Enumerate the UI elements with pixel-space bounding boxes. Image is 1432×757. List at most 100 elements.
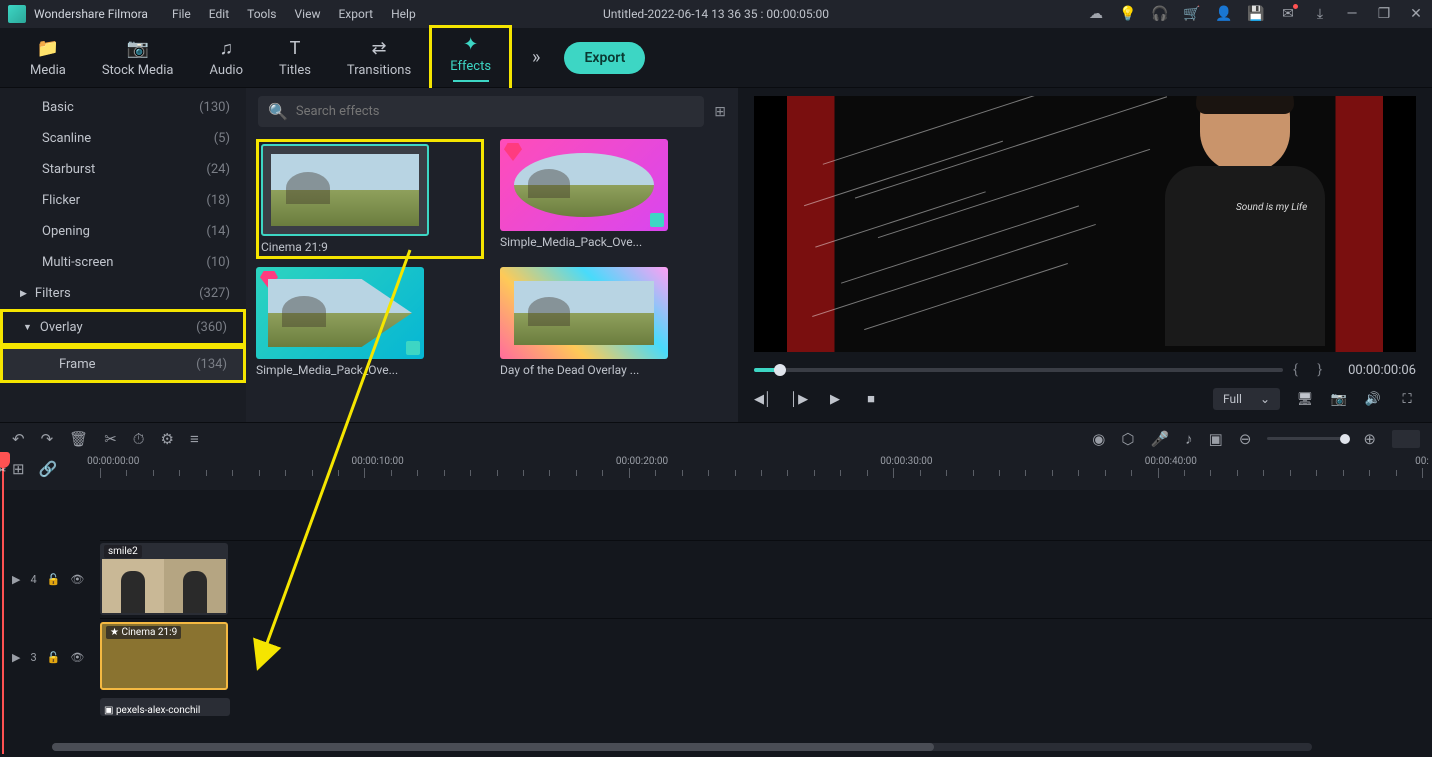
redo-button[interactable]: ↷ [41, 430, 54, 448]
save-icon[interactable]: 💾 [1248, 6, 1264, 22]
effect-simple-media-1[interactable]: Simple_Media_Pack_Ove... [500, 139, 728, 259]
playhead[interactable] [2, 454, 4, 754]
zoom-slider[interactable] [1267, 437, 1347, 440]
mic-icon[interactable]: 🎤 [1150, 430, 1169, 448]
eye-icon[interactable]: 👁 [70, 651, 84, 664]
search-box[interactable]: 🔍 [258, 96, 704, 127]
lock-icon[interactable]: 🔓 [47, 651, 61, 664]
effect-thumb[interactable] [500, 267, 668, 359]
effect-cinema-219[interactable]: Cinema 21:9 [256, 139, 484, 259]
folder-icon: 📁 [37, 38, 59, 59]
search-input[interactable] [296, 104, 694, 119]
menu-export[interactable]: Export [338, 7, 373, 21]
zoom-out-button[interactable]: ⊖ [1239, 430, 1252, 448]
marker-icon[interactable]: ⬡ [1121, 430, 1134, 448]
menu-edit[interactable]: Edit [209, 7, 229, 21]
tab-media[interactable]: 📁 Media [12, 32, 84, 84]
fullscreen-icon[interactable]: ⛶ [1398, 390, 1416, 408]
effect-thumb[interactable] [261, 144, 429, 236]
lock-icon[interactable]: 🔓 [47, 573, 61, 586]
effects-grid[interactable]: Cinema 21:9 Simple_Media_Pack_Ove... Sim… [246, 135, 738, 381]
cut-button[interactable]: ✂ [104, 430, 117, 448]
timeline-tracks[interactable]: ▶4 🔓 👁 smile2 ▶3 🔓 👁 ★ Cinema 21:9 ▣ pex… [0, 490, 1432, 757]
cart-icon[interactable]: 🛒 [1184, 6, 1200, 22]
close-icon[interactable]: ✕ [1408, 6, 1424, 22]
tab-effects[interactable]: ✦ Effects [429, 25, 512, 91]
marker-brackets[interactable]: { } [1293, 362, 1330, 378]
stop-button[interactable]: ■ [862, 390, 880, 408]
effect-thumb[interactable] [500, 139, 668, 231]
sidebar-scanline[interactable]: Scanline(5) [0, 123, 246, 154]
play-button[interactable]: ▶ [826, 390, 844, 408]
mail-icon[interactable]: ✉ [1280, 6, 1296, 22]
scrub-track[interactable] [754, 368, 1283, 372]
delete-button[interactable]: 🗑 [69, 430, 88, 448]
timeline-ruler-row: ⊞ 🔗 00:00:00:00 00:00:10:00 00:00:20:00 … [0, 454, 1432, 490]
eye-icon[interactable]: 👁 [70, 573, 84, 586]
link-icon[interactable]: 🔗 [39, 460, 58, 478]
menu-view[interactable]: View [295, 7, 321, 21]
tab-transitions[interactable]: ⇄ Transitions [329, 32, 429, 84]
menu-tools[interactable]: Tools [247, 7, 276, 21]
sidebar-multiscreen[interactable]: Multi-screen(10) [0, 247, 246, 278]
zoom-in-button[interactable]: ⊕ [1363, 430, 1376, 448]
maximize-icon[interactable]: ❐ [1376, 6, 1392, 22]
undo-button[interactable]: ↶ [12, 430, 25, 448]
volume-icon[interactable]: 🔊 [1364, 390, 1382, 408]
track-3[interactable]: ▶3 🔓 👁 ★ Cinema 21:9 ▣ pexels-alex-conch… [100, 618, 1432, 696]
add-track-icon[interactable]: ⊞ [12, 460, 25, 478]
track-4[interactable]: ▶4 🔓 👁 smile2 [100, 540, 1432, 618]
speed-button[interactable]: ⏱ [133, 430, 145, 448]
effect-simple-media-2[interactable]: Simple_Media_Pack_Ove... [256, 267, 484, 377]
effect-day-of-dead[interactable]: Day of the Dead Overlay ... [500, 267, 728, 377]
tab-audio[interactable]: ♫ Audio [192, 32, 261, 84]
cloud-icon[interactable]: ☁ [1088, 6, 1104, 22]
minimize-icon[interactable]: — [1344, 6, 1360, 22]
preview-scrubber[interactable]: { } 00:00:00:06 [754, 352, 1416, 384]
preview-video[interactable]: Sound is my Life [754, 96, 1416, 352]
zoom-fit-button[interactable] [1392, 430, 1420, 448]
display-icon[interactable]: 🖥 [1296, 390, 1314, 408]
tab-titles[interactable]: T Titles [261, 32, 329, 84]
render-icon[interactable]: ◉ [1092, 430, 1105, 448]
menu-help[interactable]: Help [391, 7, 416, 21]
quality-select[interactable]: Full⌄ [1213, 388, 1280, 410]
snapshot-icon[interactable]: 📷 [1330, 390, 1348, 408]
prev-frame-button[interactable]: ◀│ [754, 390, 772, 408]
chevron-down-icon: ⌄ [1260, 392, 1270, 406]
user-icon[interactable]: 👤 [1216, 6, 1232, 22]
effect-label: Simple_Media_Pack_Ove... [256, 363, 424, 377]
sidebar-overlay[interactable]: ▼Overlay(360) [0, 309, 246, 346]
horizontal-scrollbar[interactable] [52, 743, 1312, 751]
menu-file[interactable]: File [172, 7, 191, 21]
timeline-ruler[interactable]: 00:00:00:00 00:00:10:00 00:00:20:00 00:0… [100, 456, 1422, 486]
next-frame-button[interactable]: │▶ [790, 390, 808, 408]
effect-thumb[interactable] [256, 267, 424, 359]
audio-button[interactable]: ≡ [190, 430, 199, 448]
sidebar-flicker[interactable]: Flicker(18) [0, 185, 246, 216]
download-badge-icon [406, 341, 420, 355]
headphones-icon[interactable]: 🎧 [1152, 6, 1168, 22]
tab-stock-media[interactable]: 📷 Stock Media [84, 32, 192, 84]
adjust-button[interactable]: ⚙ [160, 430, 173, 448]
more-tabs-button[interactable]: » [532, 47, 540, 68]
sidebar-opening[interactable]: Opening(14) [0, 216, 246, 247]
sidebar-basic[interactable]: Basic(130) [0, 92, 246, 123]
idea-icon[interactable]: 💡 [1120, 6, 1136, 22]
clip-audio[interactable]: ▣ pexels-alex-conchil [100, 698, 230, 716]
clip-label: smile2 [104, 545, 142, 558]
grid-view-icon[interactable]: ⊞ [714, 104, 726, 120]
export-button[interactable]: Export [564, 42, 645, 74]
effect-label: Cinema 21:9 [261, 240, 429, 254]
mixer-icon[interactable]: ♪ [1185, 430, 1193, 448]
effects-sidebar[interactable]: Basic(130) Scanline(5) Starburst(24) Fli… [0, 88, 246, 422]
track-head-4: ▶4 🔓 👁 [0, 573, 100, 586]
clip-cinema-effect[interactable]: ★ Cinema 21:9 [100, 622, 228, 690]
crop-icon[interactable]: ▣ [1209, 430, 1223, 448]
sidebar-filters[interactable]: ▶Filters(327) [0, 278, 246, 309]
sidebar-starburst[interactable]: Starburst(24) [0, 154, 246, 185]
download-icon[interactable]: ⤓ [1312, 6, 1328, 22]
clip-smile2[interactable]: smile2 [100, 543, 228, 615]
sidebar-frame[interactable]: Frame(134) [0, 346, 246, 383]
preview-timecode: 00:00:00:06 [1348, 363, 1416, 378]
